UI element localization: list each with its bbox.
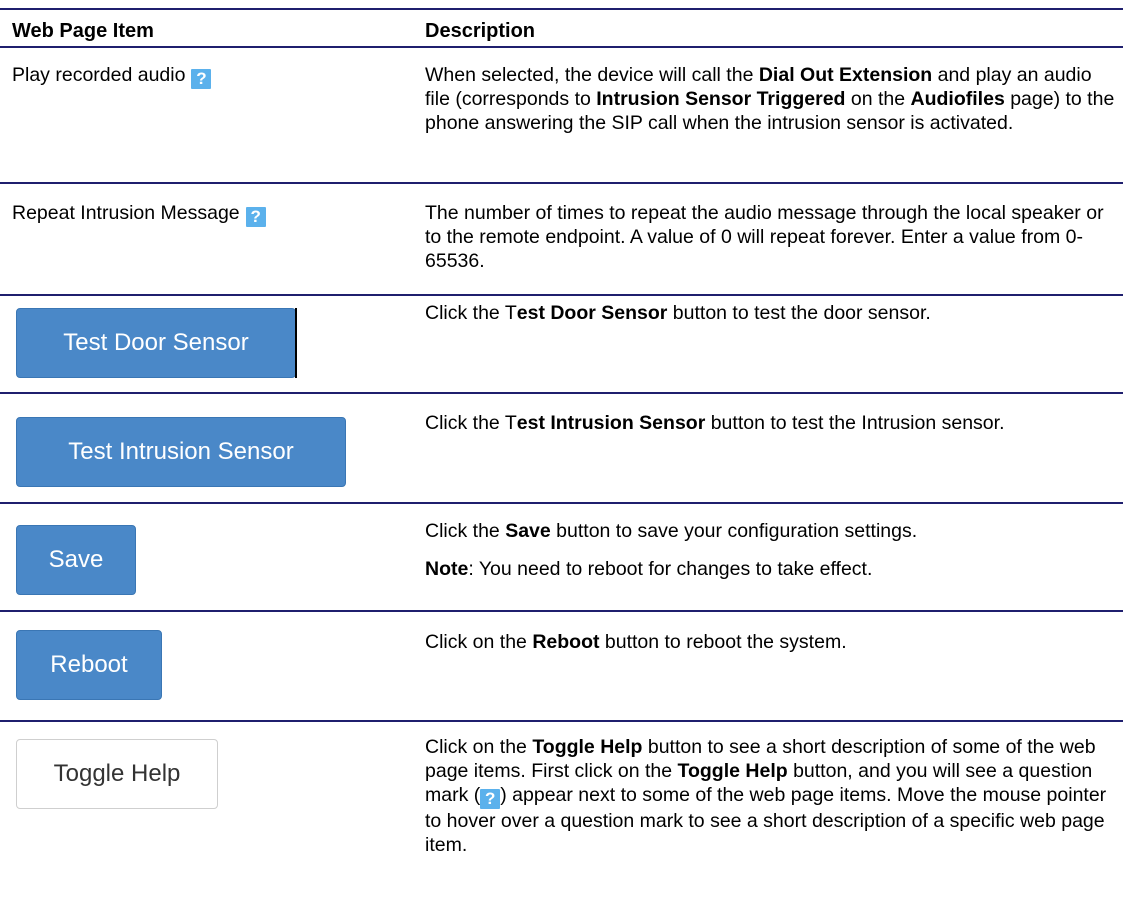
description-toggle-help: Click on the Toggle Help button to see a… bbox=[425, 735, 1115, 857]
table-rule bbox=[0, 294, 1123, 296]
description-test-door-sensor: Click the Test Door Sensor button to tes… bbox=[425, 301, 1115, 325]
description-text: button to test the Intrusion sensor. bbox=[705, 412, 1005, 434]
header-description: Description bbox=[425, 20, 536, 42]
table-rule bbox=[0, 502, 1123, 504]
toggle-help-button[interactable]: Toggle Help bbox=[16, 739, 218, 809]
bold-term: est Intrusion Sensor bbox=[516, 412, 706, 434]
reboot-button[interactable]: Reboot bbox=[16, 630, 162, 700]
description-text: button to reboot the system. bbox=[599, 631, 847, 653]
test-intrusion-sensor-button[interactable]: Test Intrusion Sensor bbox=[16, 417, 346, 487]
description-repeat-intrusion-message: The number of times to repeat the audio … bbox=[425, 201, 1115, 273]
table-rule bbox=[0, 392, 1123, 394]
test-door-sensor-button[interactable]: Test Door Sensor bbox=[16, 308, 296, 378]
description-test-intrusion-sensor: Click the Test Intrusion Sensor button t… bbox=[425, 411, 1115, 435]
description-text: button to save your configuration settin… bbox=[550, 520, 918, 542]
description-text: Click on the bbox=[425, 631, 533, 653]
item-play-recorded-audio: Play recorded audio? bbox=[12, 63, 212, 89]
description-text: Click on the bbox=[425, 736, 533, 758]
description-reboot: Click on the Reboot button to reboot the… bbox=[425, 630, 1115, 654]
description-text: on the bbox=[845, 88, 911, 110]
description-text: Click the T bbox=[425, 412, 517, 434]
bold-term: Toggle Help bbox=[532, 736, 643, 758]
save-note: Note: You need to reboot for changes to … bbox=[425, 557, 1115, 581]
help-question-icon[interactable]: ? bbox=[245, 207, 266, 227]
save-button[interactable]: Save bbox=[16, 525, 136, 595]
description-save-text: Click the Save button to save your confi… bbox=[425, 519, 1115, 543]
table-rule-top bbox=[0, 8, 1123, 10]
description-text: ) appear next to some of the web page it… bbox=[425, 784, 1107, 856]
help-question-icon[interactable]: ? bbox=[191, 69, 212, 89]
table-rule bbox=[0, 182, 1123, 184]
help-question-icon: ? bbox=[480, 789, 501, 809]
table-rule bbox=[0, 610, 1123, 612]
bold-term: Save bbox=[505, 520, 551, 542]
description-text: Click the bbox=[425, 520, 506, 542]
bold-term: Reboot bbox=[532, 631, 600, 653]
text-cursor bbox=[295, 308, 297, 378]
item-repeat-intrusion-message: Repeat Intrusion Message? bbox=[12, 201, 266, 227]
bold-term: Dial Out Extension bbox=[758, 64, 933, 86]
item-label: Repeat Intrusion Message bbox=[12, 202, 240, 224]
description-text: The number of times to repeat the audio … bbox=[425, 202, 1104, 272]
bold-term: Toggle Help bbox=[677, 760, 788, 782]
table-rule bbox=[0, 720, 1123, 722]
bold-term: Audiofiles bbox=[910, 88, 1005, 110]
table-rule-header bbox=[0, 46, 1123, 48]
description-play-recorded-audio: When selected, the device will call the … bbox=[425, 63, 1115, 135]
description-text: button to test the door sensor. bbox=[667, 302, 931, 324]
bold-term: Intrusion Sensor Triggered bbox=[596, 88, 846, 110]
description-save: Click the Save button to save your confi… bbox=[425, 519, 1115, 581]
note-label: Note bbox=[425, 558, 469, 580]
item-label: Play recorded audio bbox=[12, 64, 186, 86]
description-text: Click the T bbox=[425, 302, 517, 324]
note-text: : You need to reboot for changes to take… bbox=[468, 558, 873, 580]
header-web-page-item: Web Page Item bbox=[12, 20, 154, 42]
bold-term: est Door Sensor bbox=[516, 302, 668, 324]
description-text: When selected, the device will call the bbox=[425, 64, 759, 86]
